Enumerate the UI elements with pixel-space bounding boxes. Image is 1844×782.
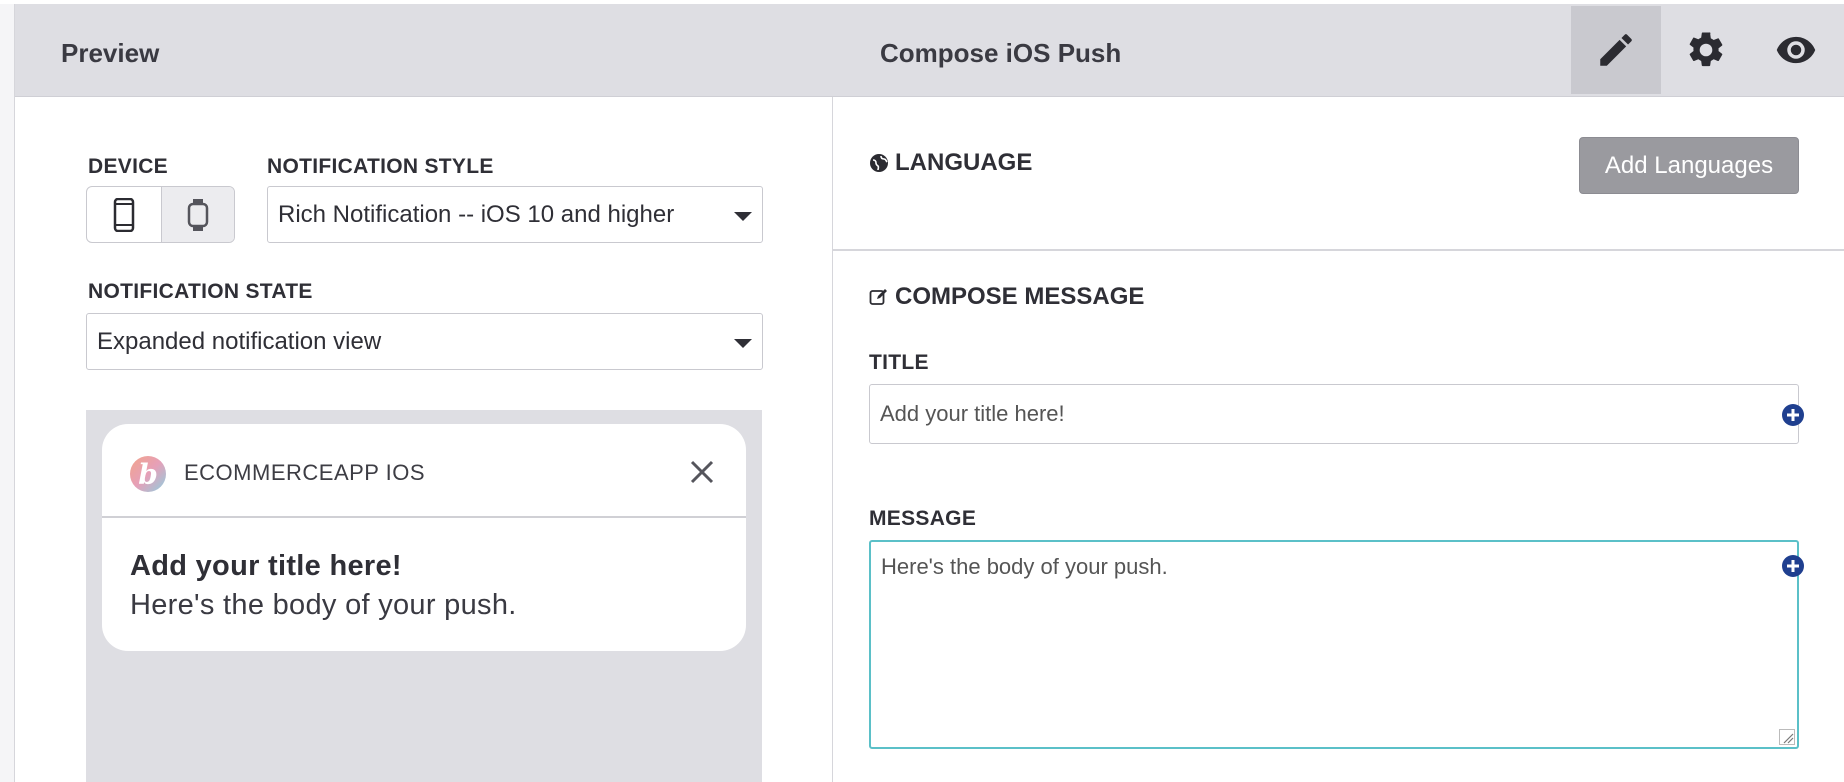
watch-icon (187, 198, 208, 231)
device-label: DEVICE (88, 155, 168, 178)
plus-circle-icon[interactable] (1781, 403, 1805, 427)
edit-icon (869, 289, 887, 305)
app-logo: b (130, 456, 166, 492)
notification-card: b ECOMMERCEAPP IOS Add your title here! … (102, 424, 746, 651)
preview-heading: Preview (61, 38, 160, 68)
app-logo-letter: b (138, 457, 158, 491)
message-textarea[interactable]: Here's the body of your push. (869, 540, 1799, 749)
composer-header: Preview Compose iOS Push (15, 4, 1844, 97)
notification-state-value: Expanded notification view (97, 328, 382, 355)
notification-state-label: NOTIFICATION STATE (88, 280, 313, 303)
compose-heading: COMPOSE MESSAGE (869, 283, 1144, 311)
app-name: ECOMMERCEAPP IOS (184, 460, 426, 485)
settings-button[interactable] (1661, 6, 1751, 94)
globe-icon (870, 154, 888, 172)
device-preview: b ECOMMERCEAPP IOS Add your title here! … (86, 410, 762, 782)
preview-panel: DEVICE NOTIFICATION STYLE Rich Notificat… (15, 97, 833, 782)
language-heading: LANGUAGE (869, 149, 1032, 177)
device-watch-button[interactable] (160, 187, 234, 242)
language-section: LANGUAGE Add Languages (833, 97, 1844, 251)
add-languages-button[interactable]: Add Languages (1579, 137, 1799, 194)
title-label: TITLE (869, 351, 929, 374)
close-icon (690, 460, 714, 484)
chevron-down-icon (734, 339, 752, 348)
device-phone-button[interactable] (87, 187, 161, 242)
language-heading-text: LANGUAGE (895, 149, 1033, 176)
eye-icon (1776, 36, 1816, 64)
phone-icon (113, 197, 134, 232)
resize-handle-icon[interactable] (1779, 729, 1795, 745)
notification-body: Here's the body of your push. (130, 589, 517, 621)
notification-title: Add your title here! (130, 550, 402, 582)
notification-style-label: NOTIFICATION STYLE (267, 155, 494, 178)
chevron-down-icon (734, 212, 752, 221)
gear-icon (1689, 32, 1723, 67)
page-title: Compose iOS Push (880, 38, 1122, 68)
device-toggle (86, 186, 235, 243)
notification-state-select[interactable]: Expanded notification view (86, 313, 763, 370)
compose-heading-text: COMPOSE MESSAGE (895, 283, 1145, 310)
plus-circle-icon[interactable] (1781, 554, 1805, 578)
message-value: Here's the body of your push. (881, 554, 1168, 579)
compose-panel: LANGUAGE Add Languages COMPOSE MESSAGE T… (833, 97, 1844, 782)
notification-app-row: b ECOMMERCEAPP IOS (102, 424, 746, 518)
composer-frame: Preview Compose iOS Push DEVICE NOTIFICA… (14, 4, 1844, 782)
preview-button[interactable] (1751, 6, 1841, 94)
message-label: MESSAGE (869, 507, 977, 530)
edit-mode-button[interactable] (1571, 6, 1661, 94)
pencil-icon (1600, 34, 1632, 66)
notification-style-select[interactable]: Rich Notification -- iOS 10 and higher (267, 186, 763, 243)
title-input[interactable]: Add your title here! (869, 384, 1799, 444)
notification-style-value: Rich Notification -- iOS 10 and higher (278, 201, 675, 228)
title-placeholder: Add your title here! (880, 401, 1065, 426)
